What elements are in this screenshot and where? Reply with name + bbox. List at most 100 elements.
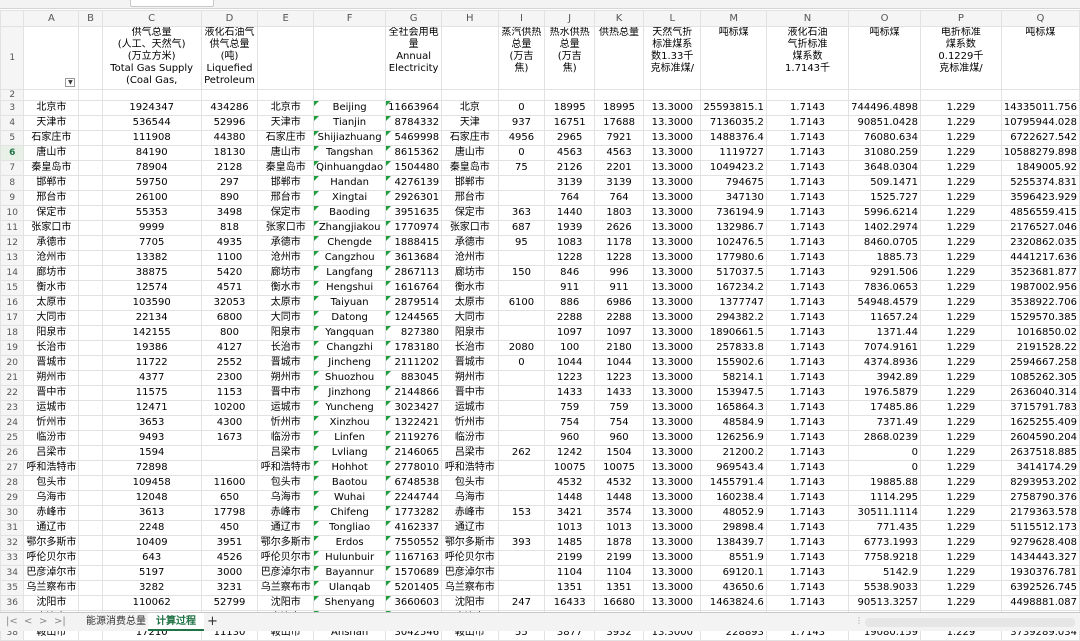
- cell-f[interactable]: Yangquan: [313, 325, 387, 341]
- column-header-p[interactable]: P: [919, 10, 1002, 27]
- cell-o[interactable]: 509.1471: [848, 175, 921, 191]
- cell-p[interactable]: 1.229: [919, 310, 1002, 326]
- cell-b[interactable]: [78, 595, 103, 611]
- cell-j[interactable]: 3421: [544, 505, 596, 521]
- cell-k[interactable]: 1013: [594, 520, 645, 536]
- cell-d[interactable]: 10200: [200, 400, 259, 416]
- cell-f[interactable]: Shuozhou: [313, 370, 387, 386]
- cell-o[interactable]: 30511.1114: [848, 505, 921, 521]
- cell-c[interactable]: 12048: [101, 490, 202, 506]
- cell-f[interactable]: Ulanqab: [313, 580, 387, 596]
- cell-a[interactable]: 邢台市: [23, 190, 80, 206]
- cell-p[interactable]: 1.229: [919, 175, 1002, 191]
- cell-p[interactable]: 1.229: [919, 265, 1002, 281]
- cell-k[interactable]: 2201: [594, 160, 645, 176]
- row-header[interactable]: 21: [0, 370, 25, 386]
- header-cell-i[interactable]: 蒸汽供热 总量 (万吉 焦): [497, 26, 546, 90]
- cell-b[interactable]: [78, 430, 103, 446]
- cell-a[interactable]: 大同市: [23, 310, 80, 326]
- header-cell-h[interactable]: [441, 26, 499, 90]
- cell-m[interactable]: 21200.2: [700, 445, 767, 461]
- first-sheet-icon[interactable]: |<: [6, 616, 18, 627]
- cell-i[interactable]: 687: [497, 220, 546, 236]
- cell-k[interactable]: 1878: [594, 535, 645, 551]
- cell-e[interactable]: 廊坊市: [257, 265, 315, 281]
- cell-b[interactable]: [78, 355, 103, 371]
- cell-g[interactable]: 4276139: [385, 175, 443, 191]
- header-cell-f[interactable]: [313, 26, 387, 90]
- cell-g[interactable]: 1244565: [385, 310, 443, 326]
- cell-p[interactable]: 1.229: [919, 385, 1002, 401]
- cell-n[interactable]: 1.7143: [765, 445, 850, 461]
- cell-p[interactable]: 1.229: [919, 145, 1002, 161]
- cell-m[interactable]: 29898.4: [700, 520, 767, 536]
- cell-f[interactable]: Beijing: [313, 100, 387, 116]
- header-cell-j[interactable]: 热水供热 总量 (万吉 焦): [544, 26, 596, 90]
- cell-l[interactable]: 13.3000: [643, 535, 702, 551]
- cell-a[interactable]: 通辽市: [23, 520, 80, 536]
- cell-a[interactable]: 北京市: [23, 100, 80, 116]
- cell-e[interactable]: 长治市: [257, 340, 315, 356]
- cell-g[interactable]: 2879514: [385, 295, 443, 311]
- cell-d[interactable]: 800: [200, 325, 259, 341]
- cell-c[interactable]: 11575: [101, 385, 202, 401]
- cell-b[interactable]: [78, 265, 103, 281]
- cell-j[interactable]: 4563: [544, 145, 596, 161]
- column-header-b[interactable]: B: [78, 10, 103, 27]
- cell[interactable]: [848, 89, 921, 101]
- cell-g[interactable]: 2119276: [385, 430, 443, 446]
- cell-f[interactable]: Datong: [313, 310, 387, 326]
- cell-i[interactable]: [497, 565, 546, 581]
- cell-a[interactable]: 乌兰察布市: [23, 580, 80, 596]
- cell-a[interactable]: 包头市: [23, 475, 80, 491]
- cell-h[interactable]: 唐山市: [441, 145, 499, 161]
- cell-c[interactable]: 103590: [101, 295, 202, 311]
- cell-j[interactable]: 2288: [544, 310, 596, 326]
- cell-f[interactable]: Wuhai: [313, 490, 387, 506]
- cell-q[interactable]: 4856559.415: [1000, 205, 1080, 221]
- cell-l[interactable]: 13.3000: [643, 310, 702, 326]
- cell-k[interactable]: 960: [594, 430, 645, 446]
- cell-o[interactable]: 17485.86: [848, 400, 921, 416]
- cell-c[interactable]: 59750: [101, 175, 202, 191]
- cell[interactable]: [643, 89, 702, 101]
- cell-d[interactable]: 5420: [200, 265, 259, 281]
- cell-m[interactable]: 8551.9: [700, 550, 767, 566]
- cell-n[interactable]: 1.7143: [765, 370, 850, 386]
- row-header[interactable]: 23: [0, 400, 25, 416]
- cell-n[interactable]: 1.7143: [765, 280, 850, 296]
- cell-p[interactable]: 1.229: [919, 595, 1002, 611]
- cell-m[interactable]: 969543.4: [700, 460, 767, 476]
- cell-f[interactable]: Taiyuan: [313, 295, 387, 311]
- cell-k[interactable]: 18995: [594, 100, 645, 116]
- row-header[interactable]: 9: [0, 190, 25, 206]
- cell-n[interactable]: 1.7143: [765, 385, 850, 401]
- cell-p[interactable]: 1.229: [919, 400, 1002, 416]
- cell-l[interactable]: 13.3000: [643, 415, 702, 431]
- cell-d[interactable]: 44380: [200, 130, 259, 146]
- cell-f[interactable]: Jincheng: [313, 355, 387, 371]
- cell-l[interactable]: 13.3000: [643, 265, 702, 281]
- cell-a[interactable]: 运城市: [23, 400, 80, 416]
- cell-k[interactable]: 2180: [594, 340, 645, 356]
- cell-o[interactable]: 7074.9161: [848, 340, 921, 356]
- cell-j[interactable]: 960: [544, 430, 596, 446]
- cell-k[interactable]: 7921: [594, 130, 645, 146]
- cell-f[interactable]: Baotou: [313, 475, 387, 491]
- cell-f[interactable]: Erdos: [313, 535, 387, 551]
- cell-b[interactable]: [78, 520, 103, 536]
- cell-m[interactable]: 1488376.4: [700, 130, 767, 146]
- cell-b[interactable]: [78, 160, 103, 176]
- row-header[interactable]: 19: [0, 340, 25, 356]
- cell-d[interactable]: 3951: [200, 535, 259, 551]
- header-cell-p[interactable]: 电折标准 煤系数 0.1229千 克标准煤/: [919, 26, 1002, 90]
- cell-m[interactable]: 48052.9: [700, 505, 767, 521]
- cell-b[interactable]: [78, 100, 103, 116]
- cell-l[interactable]: 13.3000: [643, 280, 702, 296]
- row-header[interactable]: 26: [0, 445, 25, 461]
- cell-m[interactable]: 1049423.2: [700, 160, 767, 176]
- header-cell-k[interactable]: 供热总量: [594, 26, 645, 90]
- cell-q[interactable]: 3523681.877: [1000, 265, 1080, 281]
- cell-g[interactable]: 8784332: [385, 115, 443, 131]
- cell-d[interactable]: 4526: [200, 550, 259, 566]
